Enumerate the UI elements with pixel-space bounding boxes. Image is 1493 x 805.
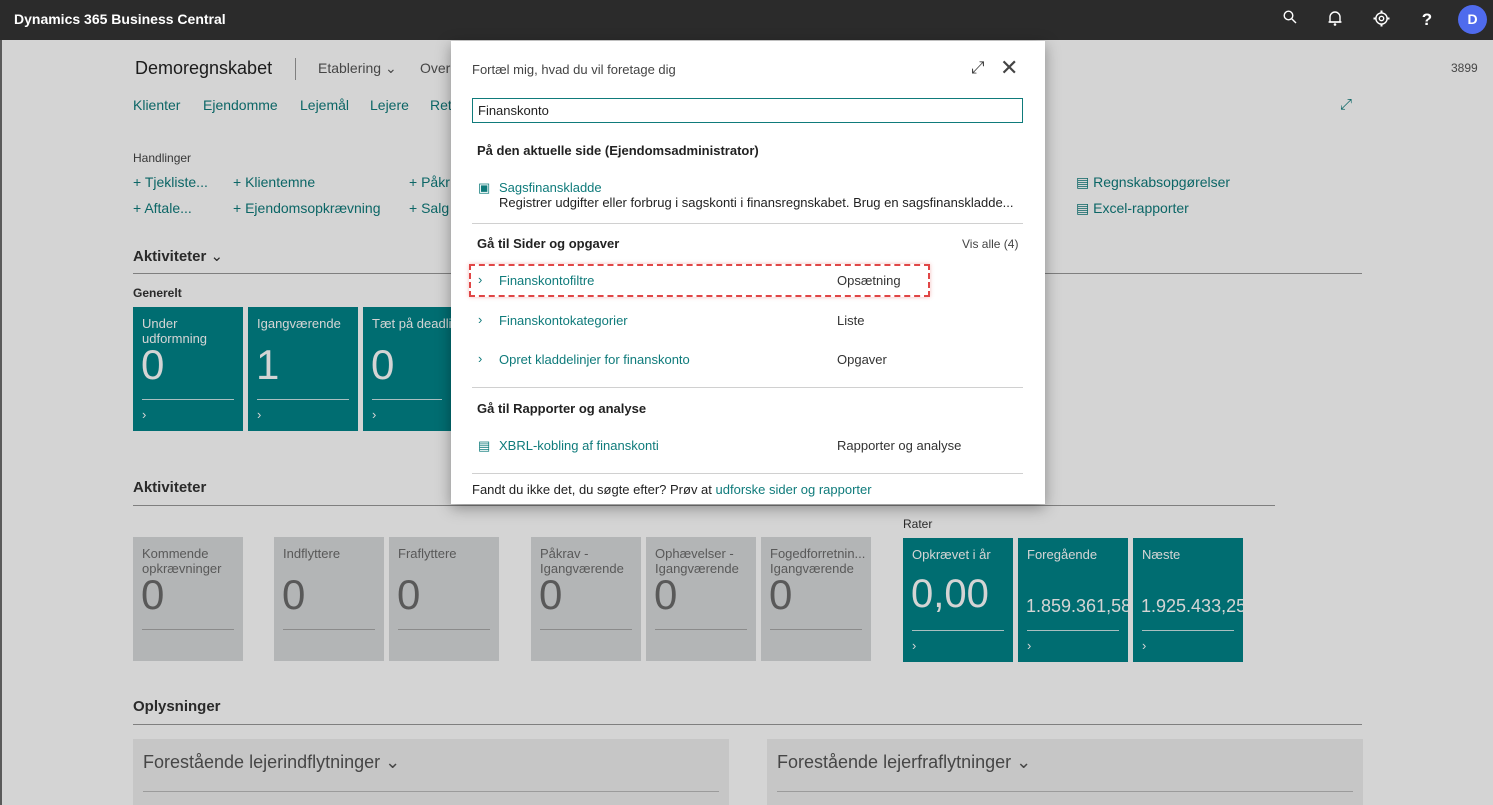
divider bbox=[472, 473, 1023, 474]
section-current-page: På den aktuelle side (Ejendomsadministra… bbox=[477, 143, 759, 158]
result-xbrl-kobling[interactable]: XBRL-kobling af finanskonti bbox=[499, 438, 659, 453]
result-description: Registrer udgifter eller forbrug i sagsk… bbox=[499, 195, 1014, 210]
chevron-right-icon: › bbox=[478, 351, 483, 366]
chevron-right-icon: › bbox=[478, 312, 483, 327]
avatar[interactable]: D bbox=[1458, 5, 1487, 34]
explore-link[interactable]: udforske sider og rapporter bbox=[716, 482, 872, 497]
app-title[interactable]: Dynamics 365 Business Central bbox=[14, 11, 226, 27]
help-icon[interactable]: ? bbox=[1417, 10, 1437, 30]
expand-icon[interactable]: ⤢ bbox=[971, 58, 985, 78]
divider bbox=[472, 223, 1023, 224]
report-icon: ▤ bbox=[478, 438, 491, 453]
result-category: Liste bbox=[837, 313, 865, 328]
highlight-box bbox=[469, 264, 930, 297]
result-sagsfinanskladde[interactable]: Sagsfinanskladde bbox=[499, 180, 602, 195]
section-pages: Gå til Sider og opgaver bbox=[477, 236, 620, 251]
journal-icon: ▣ bbox=[478, 180, 491, 195]
gear-icon[interactable] bbox=[1371, 10, 1391, 30]
footer-text: Fandt du ikke det, du søgte efter? Prøv … bbox=[472, 482, 716, 497]
search-icon[interactable] bbox=[1280, 10, 1300, 30]
dialog-title: Fortæl mig, hvad du vil foretage dig bbox=[472, 62, 676, 77]
top-bar: Dynamics 365 Business Central ? D bbox=[0, 0, 1493, 40]
result-opret-kladdelinjer[interactable]: Opret kladdelinjer for finanskonto bbox=[499, 352, 690, 367]
result-category: Opgaver bbox=[837, 352, 887, 367]
result-category: Rapporter og analyse bbox=[837, 438, 962, 453]
result-finanskontokategorier[interactable]: Finanskontokategorier bbox=[499, 313, 628, 328]
see-all-link[interactable]: Vis alle (4) bbox=[962, 237, 1018, 251]
close-icon[interactable]: ✕ bbox=[1000, 55, 1018, 81]
bell-icon[interactable] bbox=[1325, 10, 1345, 30]
divider bbox=[472, 387, 1023, 388]
section-reports: Gå til Rapporter og analyse bbox=[477, 401, 647, 416]
dialog-footer: Fandt du ikke det, du søgte efter? Prøv … bbox=[472, 482, 872, 497]
search-input[interactable] bbox=[472, 98, 1023, 123]
window-edge bbox=[0, 40, 2, 805]
